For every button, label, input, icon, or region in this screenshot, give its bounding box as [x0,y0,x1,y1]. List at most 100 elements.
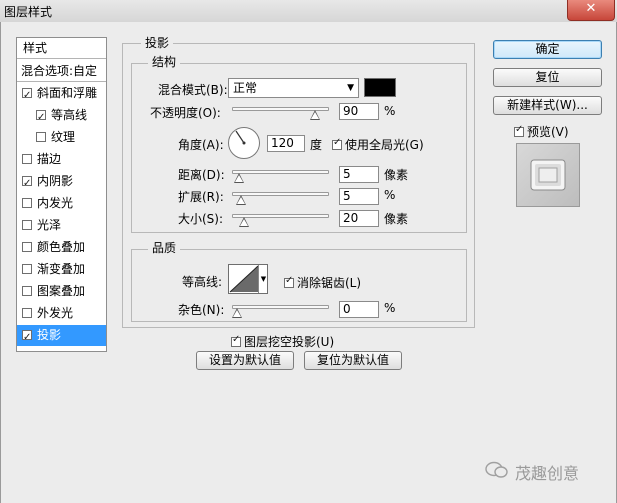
ok-button[interactable]: 确定 [493,40,602,59]
global-light-checkbox[interactable] [332,137,342,150]
global-light-label: 使用全局光(G) [345,138,424,152]
style-list-item-checkbox[interactable] [22,85,32,106]
angle-dial-needle [235,130,246,145]
chevron-down-icon: ▼ [347,83,354,93]
style-list-item[interactable]: 内阴影 [17,171,106,194]
opacity-label: 不透明度(O): [150,106,221,120]
antialias-checkbox[interactable] [284,275,294,288]
angle-dial[interactable] [228,127,260,159]
opacity-slider-thumb[interactable] [310,110,321,120]
distance-slider-track[interactable] [232,170,329,174]
style-list-item-checkbox[interactable] [22,173,32,194]
style-list-item-label: 描边 [37,152,62,166]
blend-mode-value: 正常 [233,81,258,95]
style-list-item-checkbox[interactable] [22,286,32,296]
style-list-item[interactable]: 描边 [17,149,106,170]
knockout-label: 图层挖空投影(U) [244,335,335,349]
style-list-item-checkbox[interactable] [36,132,46,142]
close-icon: ✕ [585,1,597,16]
style-list-item-label: 内阴影 [37,174,74,188]
antialias-toggle[interactable]: 消除锯齿(L) [284,274,361,291]
angle-unit: 度 [310,138,323,152]
angle-input[interactable]: 120 [267,135,305,152]
style-list-header-label: 样式 [23,41,48,55]
style-list-item[interactable]: 渐变叠加 [17,259,106,280]
style-list-blend-options[interactable]: 混合选项:自定 [17,61,106,82]
size-input[interactable]: 20 [339,210,379,227]
noise-label: 杂色(N): [178,303,225,317]
new-style-button[interactable]: 新建样式(W)... [493,96,602,115]
style-list: 样式 混合选项:自定 斜面和浮雕等高线纹理描边内阴影内发光光泽颜色叠加渐变叠加图… [16,37,107,352]
preview-checkbox[interactable] [514,124,524,137]
style-list-item-checkbox[interactable] [22,198,32,208]
style-list-item-checkbox[interactable] [36,107,46,128]
preview-toggle[interactable]: 预览(V) [514,123,569,140]
style-list-item-label: 渐变叠加 [37,262,86,276]
title-bar: 图层样式 [0,0,617,23]
preview-label: 预览(V) [527,125,569,139]
spread-input[interactable]: 5 [339,188,379,205]
watermark-text: 茂趣创意 [515,464,580,483]
style-list-item[interactable]: 投影 [17,325,106,348]
spread-label: 扩展(R): [178,190,224,204]
style-list-item[interactable]: 内发光 [17,193,106,214]
distance-label: 距离(D): [178,168,225,182]
style-list-item[interactable]: 斜面和浮雕 [17,83,106,106]
style-list-item-label: 投影 [37,328,62,342]
noise-slider-thumb[interactable] [232,308,242,318]
style-preview-swatch [530,159,566,191]
blend-options-label: 混合选项:自定 [21,64,98,78]
style-list-item-label: 光泽 [37,218,62,232]
spread-slider-thumb[interactable] [236,195,247,205]
window-title: 图层样式 [4,5,53,19]
reset-default-button[interactable]: 复位为默认值 [304,351,402,370]
style-list-item-checkbox[interactable] [22,308,32,318]
noise-input[interactable]: 0 [339,301,379,318]
style-list-item-checkbox[interactable] [22,220,32,230]
distance-unit: 像素 [384,168,409,182]
size-label: 大小(S): [178,212,224,226]
noise-unit: % [384,301,396,315]
style-list-item[interactable]: 颜色叠加 [17,237,106,258]
distance-slider-thumb[interactable] [233,173,244,183]
quality-title: 品质 [148,241,181,255]
contour-label: 等高线: [182,275,223,289]
contour-dropdown-icon[interactable]: ▼ [258,265,268,293]
size-slider-thumb[interactable] [238,217,249,227]
reset-button[interactable]: 复位 [493,68,602,87]
style-list-item-label: 内发光 [37,196,74,210]
style-list-item[interactable]: 等高线 [17,105,106,128]
style-list-item-label: 斜面和浮雕 [37,86,98,100]
style-list-item[interactable]: 外发光 [17,303,106,324]
close-button[interactable]: ✕ [567,0,615,21]
distance-input[interactable]: 5 [339,166,379,183]
contour-picker[interactable]: ▼ [228,264,268,294]
opacity-input[interactable]: 90 [339,103,379,120]
size-unit: 像素 [384,212,409,226]
make-default-button[interactable]: 设置为默认值 [196,351,294,370]
knockout-toggle[interactable]: 图层挖空投影(U) [231,333,334,350]
structure-title: 结构 [148,55,181,69]
style-list-item-checkbox[interactable] [22,154,32,164]
blend-mode-label: 混合模式(B): [158,83,228,97]
style-list-item-checkbox[interactable] [22,264,32,274]
shadow-color-swatch[interactable] [364,78,396,97]
chat-bubble-icon [485,460,509,480]
style-list-item-label: 等高线 [51,108,88,122]
opacity-unit: % [384,104,396,118]
style-list-item-label: 外发光 [37,306,74,320]
drop-shadow-title: 投影 [141,36,174,50]
angle-label: 角度(A): [178,138,224,152]
knockout-checkbox[interactable] [231,334,241,347]
style-list-header: 样式 [17,38,106,59]
style-list-item[interactable]: 纹理 [17,127,106,148]
style-list-item-checkbox[interactable] [22,242,32,252]
style-list-item-checkbox[interactable] [22,327,32,348]
style-preview [516,143,580,207]
blend-mode-select[interactable]: 正常 ▼ [228,78,359,98]
spread-slider-track[interactable] [232,192,329,196]
noise-slider-track[interactable] [232,305,329,309]
style-list-item[interactable]: 图案叠加 [17,281,106,302]
style-list-item[interactable]: 光泽 [17,215,106,236]
global-light-toggle[interactable]: 使用全局光(G) [332,136,424,153]
